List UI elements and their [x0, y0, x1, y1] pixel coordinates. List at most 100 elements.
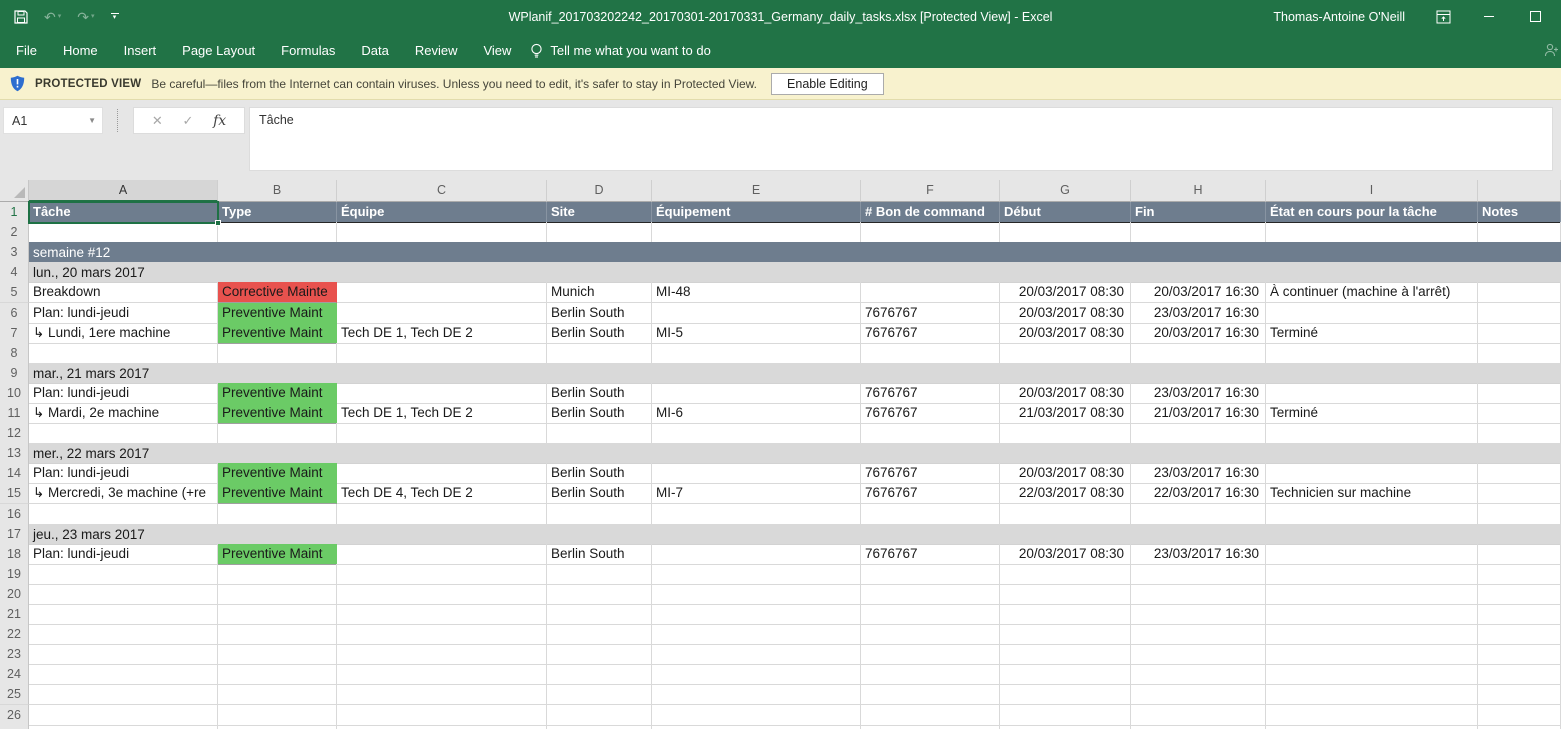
cell-G25[interactable]: [1000, 684, 1131, 705]
cell-A1[interactable]: Tâche: [29, 202, 218, 223]
enable-editing-button[interactable]: Enable Editing: [771, 73, 884, 95]
formula-bar-input[interactable]: Tâche: [249, 107, 1553, 171]
ribbon-display-options-icon[interactable]: [1435, 9, 1451, 25]
cell-A8[interactable]: [29, 343, 218, 364]
cell-H21[interactable]: [1131, 604, 1266, 625]
cell-G26[interactable]: [1000, 705, 1131, 726]
cell-G7[interactable]: 20/03/2017 08:30: [1000, 323, 1131, 344]
cell-G5[interactable]: 20/03/2017 08:30: [1000, 282, 1131, 303]
cell-C26[interactable]: [337, 705, 547, 726]
cell-I1[interactable]: État en cours pour la tâche: [1266, 202, 1478, 223]
row-header-5[interactable]: 5: [0, 282, 29, 303]
cell-I8[interactable]: [1266, 343, 1478, 364]
cell-F11[interactable]: 7676767: [861, 403, 1000, 424]
cell-B27[interactable]: [218, 725, 337, 729]
cell-D11[interactable]: Berlin South: [547, 403, 652, 424]
cell-G23[interactable]: [1000, 644, 1131, 665]
column-header-B[interactable]: B: [218, 180, 337, 202]
cell-J22[interactable]: [1478, 624, 1561, 645]
select-all-corner[interactable]: [0, 180, 29, 202]
cell-C14[interactable]: [337, 463, 547, 484]
cell-I26[interactable]: [1266, 705, 1478, 726]
cell-A2[interactable]: [29, 222, 218, 243]
cell-C21[interactable]: [337, 604, 547, 625]
row-header-7[interactable]: 7: [0, 323, 29, 344]
column-header-A[interactable]: A: [29, 180, 218, 202]
cell-E2[interactable]: [652, 222, 861, 243]
cell-I21[interactable]: [1266, 604, 1478, 625]
name-box-dropdown-icon[interactable]: ▼: [88, 116, 96, 125]
cell-E19[interactable]: [652, 564, 861, 585]
cell-D16[interactable]: [547, 504, 652, 525]
cell-H5[interactable]: 20/03/2017 16:30: [1131, 282, 1266, 303]
cell-I5[interactable]: À continuer (machine à l'arrêt): [1266, 282, 1478, 303]
cell-H2[interactable]: [1131, 222, 1266, 243]
cell-J23[interactable]: [1478, 644, 1561, 665]
cell-H16[interactable]: [1131, 504, 1266, 525]
row-header-20[interactable]: 20: [0, 584, 29, 605]
cell-F25[interactable]: [861, 684, 1000, 705]
cell-D18[interactable]: Berlin South: [547, 544, 652, 565]
cell-F19[interactable]: [861, 564, 1000, 585]
cell-E22[interactable]: [652, 624, 861, 645]
cell-A13-band[interactable]: mer., 22 mars 2017: [29, 443, 1561, 464]
cell-D27[interactable]: [547, 725, 652, 729]
cell-A12[interactable]: [29, 423, 218, 444]
cell-D20[interactable]: [547, 584, 652, 605]
cell-I16[interactable]: [1266, 504, 1478, 525]
cell-C6[interactable]: [337, 303, 547, 324]
cell-H11[interactable]: 21/03/2017 16:30: [1131, 403, 1266, 424]
cell-A21[interactable]: [29, 604, 218, 625]
cell-C23[interactable]: [337, 644, 547, 665]
column-header-F[interactable]: F: [861, 180, 1000, 202]
cell-B1[interactable]: Type: [218, 202, 337, 223]
cell-A16[interactable]: [29, 504, 218, 525]
cell-B25[interactable]: [218, 684, 337, 705]
cell-E11[interactable]: MI-6: [652, 403, 861, 424]
tab-view[interactable]: View: [470, 34, 524, 67]
row-header-11[interactable]: 11: [0, 403, 29, 424]
row-header-1[interactable]: 1: [0, 202, 29, 223]
column-header-E[interactable]: E: [652, 180, 861, 202]
cell-I10[interactable]: [1266, 383, 1478, 404]
cell-H22[interactable]: [1131, 624, 1266, 645]
cell-G8[interactable]: [1000, 343, 1131, 364]
cell-D6[interactable]: Berlin South: [547, 303, 652, 324]
column-header-D[interactable]: D: [547, 180, 652, 202]
cell-E8[interactable]: [652, 343, 861, 364]
cell-D14[interactable]: Berlin South: [547, 463, 652, 484]
save-icon[interactable]: [14, 10, 28, 24]
cell-D1[interactable]: Site: [547, 202, 652, 223]
cell-J19[interactable]: [1478, 564, 1561, 585]
cell-E25[interactable]: [652, 684, 861, 705]
cell-I24[interactable]: [1266, 664, 1478, 685]
row-header-21[interactable]: 21: [0, 604, 29, 625]
share-button[interactable]: S: [1544, 42, 1561, 57]
row-header-2[interactable]: 2: [0, 222, 29, 243]
cell-C22[interactable]: [337, 624, 547, 645]
cell-A20[interactable]: [29, 584, 218, 605]
cell-B15[interactable]: Preventive Maint: [218, 483, 337, 504]
row-header-9[interactable]: 9: [0, 363, 29, 384]
cell-G24[interactable]: [1000, 664, 1131, 685]
cell-H1[interactable]: Fin: [1131, 202, 1266, 223]
tab-insert[interactable]: Insert: [111, 34, 170, 67]
row-header-19[interactable]: 19: [0, 564, 29, 585]
cell-E23[interactable]: [652, 644, 861, 665]
cell-H24[interactable]: [1131, 664, 1266, 685]
cell-D21[interactable]: [547, 604, 652, 625]
cell-I22[interactable]: [1266, 624, 1478, 645]
cell-J12[interactable]: [1478, 423, 1561, 444]
row-header-15[interactable]: 15: [0, 483, 29, 504]
cell-A27[interactable]: [29, 725, 218, 729]
cell-F7[interactable]: 7676767: [861, 323, 1000, 344]
cell-I14[interactable]: [1266, 463, 1478, 484]
row-header-23[interactable]: 23: [0, 644, 29, 665]
tab-file[interactable]: File: [3, 34, 50, 67]
cell-F8[interactable]: [861, 343, 1000, 364]
cell-J16[interactable]: [1478, 504, 1561, 525]
cell-G10[interactable]: 20/03/2017 08:30: [1000, 383, 1131, 404]
cell-G16[interactable]: [1000, 504, 1131, 525]
cell-H19[interactable]: [1131, 564, 1266, 585]
row-header-4[interactable]: 4: [0, 262, 29, 283]
